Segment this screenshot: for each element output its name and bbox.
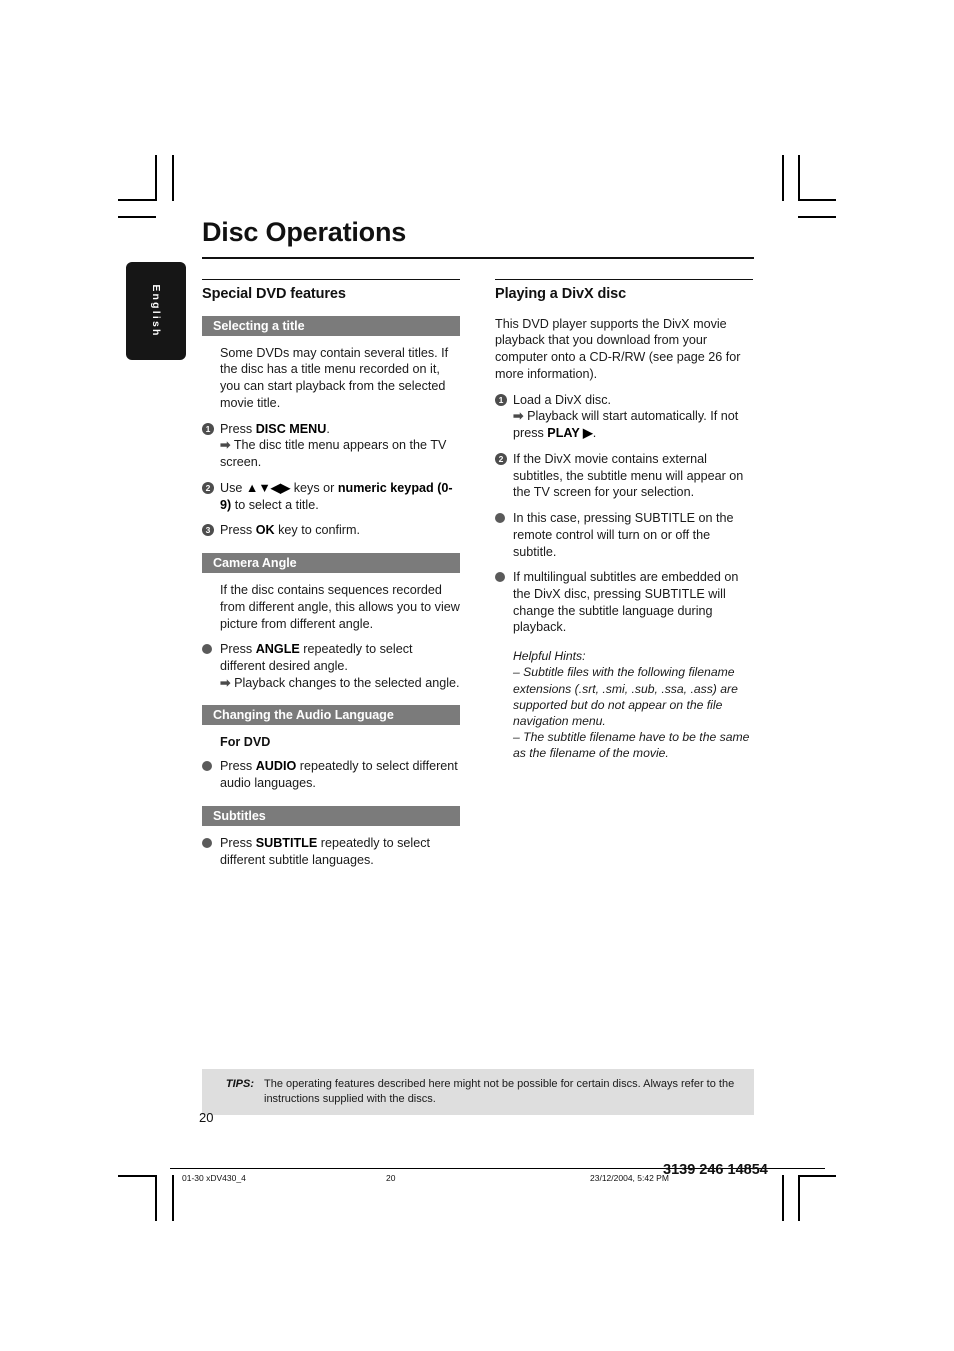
crop-mark-bottom-left — [172, 1175, 174, 1221]
step-number-badge: 1 — [202, 422, 214, 435]
list-item-text: Press OK key to confirm. — [220, 523, 360, 538]
helpful-hint-item: – The subtitle filename have to be the s… — [513, 730, 750, 761]
left-column: Special DVD features Selecting a title S… — [202, 278, 460, 869]
list-item: 1 Load a DivX disc. ➡ Playback will star… — [495, 392, 753, 442]
print-footer-code: 3139 246 14854 — [663, 1162, 768, 1178]
list-item-text: If the DivX movie contains external subt… — [513, 451, 744, 500]
tips-box: TIPS: The operating features described h… — [202, 1069, 754, 1115]
list-item: 2 If the DivX movie contains external su… — [495, 451, 753, 501]
bullet-icon — [495, 513, 505, 524]
print-footer-date: 23/12/2004, 5:42 PM — [590, 1173, 669, 1183]
list-item-text: Press AUDIO repeatedly to select differe… — [220, 759, 458, 791]
divx-intro: This DVD player supports the DivX movie … — [495, 316, 741, 381]
arrow-icon: ➡ — [220, 675, 231, 690]
list-item-text: Press DISC MENU. — [220, 421, 330, 436]
list-item-text: If multilingual subtitles are embedded o… — [513, 570, 739, 635]
page-number: 20 — [199, 1110, 214, 1125]
list-item-text: Press SUBTITLE repeatedly to select diff… — [220, 835, 430, 867]
list-item-text: In this case, pressing SUBTITLE on the r… — [513, 511, 734, 559]
bullet-icon — [495, 572, 505, 583]
list-item: Press ANGLE repeatedly to select differe… — [202, 641, 460, 691]
crop-mark-bottom-right — [798, 1175, 836, 1177]
crop-mark-top-left — [118, 216, 156, 218]
section-bar-camera-angle: Camera Angle — [202, 553, 460, 574]
crop-mark-top-left — [172, 155, 174, 201]
crop-mark-top-right — [798, 199, 836, 201]
list-item-text: Press ANGLE repeatedly to select differe… — [220, 642, 413, 673]
sub-heading-for-dvd: For DVD — [220, 735, 271, 750]
list-item: If multilingual subtitles are embedded o… — [495, 569, 753, 636]
title-divider — [202, 256, 754, 259]
crop-mark-top-left — [118, 199, 156, 201]
selecting-a-title-intro: Some DVDs may contain several titles. If… — [220, 345, 449, 410]
crop-mark-top-right — [798, 216, 836, 218]
helpful-hints: Helpful Hints: – Subtitle files with the… — [513, 648, 753, 762]
bullet-icon — [202, 644, 212, 655]
list-item: Press SUBTITLE repeatedly to select diff… — [202, 835, 460, 868]
list-item: 2 Use ▲▼◀▶ keys or numeric keypad (0-9) … — [202, 480, 460, 513]
tips-label: TIPS: — [225, 1078, 254, 1090]
crop-mark-bottom-left — [155, 1175, 157, 1221]
page-title: Disc Operations — [202, 217, 407, 247]
crop-mark-bottom-left — [118, 1175, 156, 1177]
list-item-result: The disc title menu appears on the TV sc… — [220, 438, 447, 470]
step-number-badge: 2 — [202, 481, 214, 494]
step-number-badge: 1 — [495, 393, 507, 406]
tips-text: The operating features described here mi… — [264, 1078, 735, 1105]
print-footer-page: 20 — [386, 1173, 396, 1183]
helpful-hints-title: Helpful Hints: — [513, 649, 586, 664]
language-tab: English — [126, 262, 186, 360]
list-item-text: Load a DivX disc. — [513, 392, 612, 407]
arrow-icon: ➡ — [513, 409, 524, 424]
list-item-text: Use ▲▼◀▶ keys or numeric keypad (0-9) to… — [220, 480, 453, 512]
list-item-result: Playback changes to the selected angle. — [234, 675, 460, 690]
camera-angle-intro: If the disc contains sequences recorded … — [220, 583, 460, 631]
helpful-hint-item: – Subtitle files with the following file… — [513, 665, 738, 729]
language-tab-label: English — [150, 284, 162, 338]
right-column: Playing a DivX disc This DVD player supp… — [495, 278, 753, 869]
content-columns: Special DVD features Selecting a title S… — [202, 278, 754, 869]
left-column-heading: Special DVD features — [202, 285, 346, 302]
list-item: In this case, pressing SUBTITLE on the r… — [495, 510, 753, 560]
crop-mark-top-right — [798, 155, 800, 201]
list-item: 3 Press OK key to confirm. — [202, 522, 460, 539]
bullet-icon — [202, 837, 212, 848]
step-number-badge: 3 — [202, 524, 214, 537]
crop-mark-bottom-right — [782, 1175, 784, 1221]
bullet-icon — [202, 761, 212, 772]
print-footer-filename: 01-30 xDV430_4 — [182, 1173, 246, 1183]
list-item: Press AUDIO repeatedly to select differe… — [202, 758, 460, 791]
crop-mark-bottom-right — [798, 1175, 800, 1221]
step-number-badge: 2 — [495, 452, 507, 465]
section-bar-subtitles: Subtitles — [202, 805, 460, 826]
section-bar-selecting-a-title: Selecting a title — [202, 315, 460, 336]
crop-mark-top-left — [155, 155, 157, 201]
right-column-heading: Playing a DivX disc — [495, 285, 627, 302]
list-item-result: Playback will start automatically. If no… — [513, 409, 739, 441]
crop-mark-top-right — [782, 155, 784, 201]
page-content: Disc Operations Special DVD features Sel… — [202, 217, 754, 869]
arrow-icon: ➡ — [220, 438, 231, 453]
list-item: 1 Press DISC MENU. ➡ The disc title menu… — [202, 421, 460, 471]
section-bar-changing-audio-language: Changing the Audio Language — [202, 705, 460, 726]
